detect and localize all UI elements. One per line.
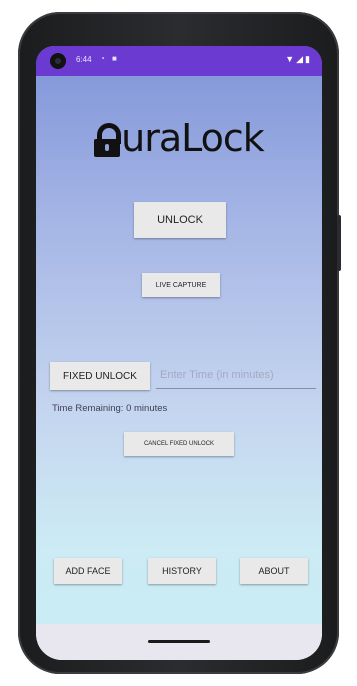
system-nav-bar: [36, 624, 322, 660]
time-remaining-text: Time Remaining: 0 minutes: [52, 403, 168, 414]
front-camera-icon: [50, 53, 66, 69]
add-face-button[interactable]: ADD FACE: [54, 558, 122, 584]
home-gesture-handle[interactable]: [148, 640, 210, 643]
battery-icon: ▮: [305, 54, 310, 64]
phone-side-button: [337, 215, 341, 271]
live-capture-button[interactable]: LIVE CAPTURE: [142, 273, 220, 297]
signal-icon: ◢: [296, 54, 304, 64]
history-button[interactable]: HISTORY: [148, 558, 216, 584]
padlock-icon: [94, 123, 122, 157]
status-bar: 6:44 ◔ ■ ▼ ◢ ▮: [36, 46, 322, 76]
wifi-icon: ▼: [285, 54, 295, 64]
logo-text: uraLock: [121, 116, 265, 160]
app-logo: uraLock: [36, 116, 322, 160]
status-right-icons: ▼ ◢ ▮: [285, 54, 310, 65]
app-screen: 6:44 ◔ ■ ▼ ◢ ▮ uraLock UNLOCK LIVE CAPTU…: [36, 46, 322, 660]
status-time: 6:44: [76, 55, 92, 64]
alarm-icon: ◔: [100, 54, 105, 63]
unlock-button[interactable]: UNLOCK: [134, 202, 226, 238]
notification-icon: ■: [112, 54, 117, 63]
cancel-fixed-unlock-button[interactable]: CANCEL FIXED UNLOCK: [124, 432, 234, 456]
time-minutes-input[interactable]: [156, 362, 316, 389]
fixed-unlock-button[interactable]: FIXED UNLOCK: [50, 362, 150, 390]
about-button[interactable]: ABOUT: [240, 558, 308, 584]
